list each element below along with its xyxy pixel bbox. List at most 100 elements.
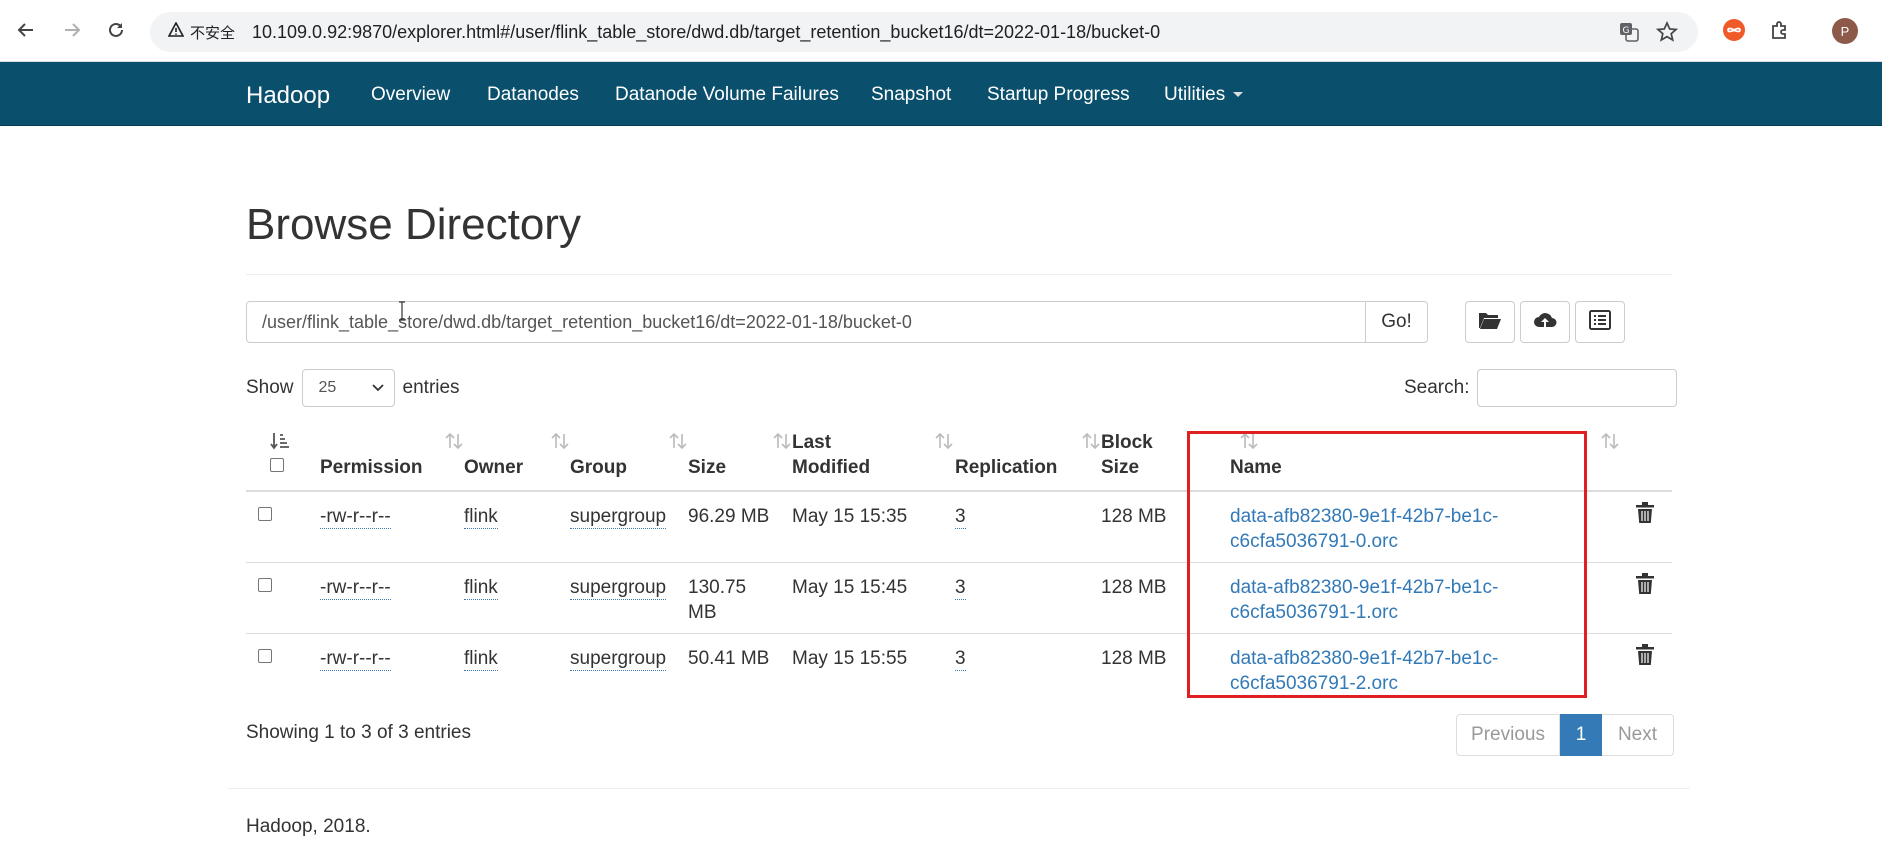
entries-label: entries [402, 377, 460, 398]
file-name-line2: c6cfa5036791-0.orc [1230, 531, 1398, 552]
table-info: Showing 1 to 3 of 3 entries [246, 722, 471, 743]
sort-icon[interactable] [934, 432, 954, 457]
group-value[interactable]: supergroup [570, 506, 667, 529]
page-1-button[interactable]: 1 [1560, 714, 1602, 756]
nav-datanodes[interactable]: Datanodes [487, 84, 579, 106]
page-title: Browse Directory [246, 200, 581, 249]
header-last-modified[interactable]: Last Modified [792, 430, 954, 490]
footer-copyright: Hadoop, 2018. [246, 816, 371, 837]
size-value-line1: 50.41 MB [688, 648, 770, 669]
header-name[interactable]: Name [1230, 430, 1620, 490]
next-page-button[interactable]: Next [1602, 714, 1674, 756]
nav-utilities-dropdown[interactable]: Utilities [1164, 84, 1244, 106]
cut-paste-button[interactable] [1575, 301, 1625, 343]
permission-value[interactable]: -rw-r--r-- [320, 506, 391, 529]
sort-icon[interactable] [1600, 432, 1620, 457]
upload-files-button[interactable] [1520, 301, 1570, 343]
header-owner[interactable]: Owner [464, 430, 570, 490]
header-last-modified-line1: Last [792, 432, 832, 453]
file-name-link[interactable]: data-afb82380-9e1f-42b7-be1c-c6cfa503679… [1230, 646, 1498, 696]
url-text[interactable]: 10.109.0.92:9870/explorer.html#/user/fli… [252, 22, 1160, 43]
sort-amount-asc-icon[interactable] [270, 432, 290, 457]
nav-snapshot[interactable]: Snapshot [871, 84, 951, 106]
navbar-brand[interactable]: Hadoop [246, 82, 330, 110]
table-header: Permission Owner Group Size Last Modified… [246, 430, 1672, 492]
header-replication-label: Replication [955, 457, 1058, 478]
select-all-column [258, 430, 298, 490]
header-replication[interactable]: Replication [955, 430, 1101, 490]
go-button[interactable]: Go! [1365, 302, 1427, 342]
group-value[interactable]: supergroup [570, 648, 667, 671]
delete-trash-icon[interactable] [1636, 644, 1656, 666]
header-permission-label: Permission [320, 457, 423, 478]
header-permission[interactable]: Permission [320, 430, 464, 490]
file-name-link[interactable]: data-afb82380-9e1f-42b7-be1c-c6cfa503679… [1230, 575, 1498, 625]
bookmark-star-icon[interactable] [1654, 20, 1680, 44]
header-last-modified-label: Last Modified [792, 430, 870, 480]
permission-value[interactable]: -rw-r--r-- [320, 648, 391, 671]
extensions-puzzle-icon[interactable] [1766, 16, 1794, 44]
select-all-checkbox[interactable] [270, 458, 284, 472]
nav-startup-progress[interactable]: Startup Progress [987, 84, 1130, 106]
translate-icon[interactable]: G [1616, 20, 1642, 44]
address-bar[interactable]: 不安全 10.109.0.92:9870/explorer.html#/user… [150, 12, 1698, 52]
extension-infinity-icon[interactable] [1720, 16, 1748, 44]
size-value-line1: 96.29 MB [688, 506, 770, 527]
replication-value[interactable]: 3 [955, 648, 966, 671]
warning-icon [167, 20, 185, 43]
replication-value[interactable]: 3 [955, 506, 966, 529]
create-directory-button[interactable] [1465, 301, 1515, 343]
owner-value[interactable]: flink [464, 577, 498, 600]
group-value[interactable]: supergroup [570, 577, 667, 600]
sort-icon[interactable] [1081, 432, 1101, 457]
directory-path-input[interactable] [247, 302, 1365, 342]
nav-utilities-label: Utilities [1164, 84, 1226, 105]
previous-page-button[interactable]: Previous [1456, 714, 1560, 756]
permission-value[interactable]: -rw-r--r-- [320, 577, 391, 600]
header-last-modified-line2: Modified [792, 457, 871, 478]
table-row: -rw-r--r-- flink supergroup 50.41 MB May… [246, 634, 1672, 705]
text-cursor-icon [398, 301, 405, 321]
header-block-size[interactable]: Block Size [1101, 430, 1258, 490]
owner-value[interactable]: flink [464, 648, 498, 671]
table-search: Search: [1404, 369, 1678, 407]
row-checkbox[interactable] [258, 578, 272, 592]
reload-icon[interactable] [100, 14, 132, 46]
owner-value[interactable]: flink [464, 506, 498, 529]
header-size[interactable]: Size [688, 430, 792, 490]
profile-avatar[interactable]: P [1832, 18, 1858, 44]
file-name-line2: c6cfa5036791-2.orc [1230, 673, 1398, 694]
security-indicator[interactable]: 不安全 [160, 18, 245, 46]
nav-datanode-volume-failures[interactable]: Datanode Volume Failures [615, 84, 839, 106]
nav-overview[interactable]: Overview [371, 84, 450, 106]
back-arrow-icon[interactable] [10, 14, 42, 46]
file-name-line1: data-afb82380-9e1f-42b7-be1c- [1230, 577, 1499, 598]
sort-icon[interactable] [772, 432, 792, 457]
file-name-link[interactable]: data-afb82380-9e1f-42b7-be1c-c6cfa503679… [1230, 504, 1498, 554]
row-checkbox[interactable] [258, 507, 272, 521]
chevron-down-icon [371, 379, 384, 397]
page-length-control: Show 25 entries [246, 369, 460, 407]
block-size-value: 128 MB [1101, 648, 1167, 669]
entries-select[interactable]: 25 [301, 369, 395, 407]
delete-trash-icon[interactable] [1636, 502, 1656, 524]
directory-path-form: Go! [246, 301, 1428, 343]
browser-toolbar: 不安全 10.109.0.92:9870/explorer.html#/user… [0, 0, 1882, 62]
header-owner-label: Owner [464, 457, 524, 478]
modified-value: May 15 15:55 [792, 648, 908, 669]
row-checkbox[interactable] [258, 649, 272, 663]
replication-value[interactable]: 3 [955, 577, 966, 600]
sort-icon[interactable] [668, 432, 688, 457]
title-divider [246, 274, 1672, 275]
header-block-size-line2: Size [1101, 457, 1140, 478]
sort-icon[interactable] [444, 432, 464, 457]
sort-icon[interactable] [550, 432, 570, 457]
file-name-line2: c6cfa5036791-1.orc [1230, 602, 1398, 623]
forward-arrow-icon[interactable] [56, 14, 88, 46]
entries-select-value: 25 [318, 379, 337, 396]
size-value: 130.75 MB [688, 575, 746, 625]
size-value: 50.41 MB [688, 646, 769, 671]
delete-trash-icon[interactable] [1636, 573, 1656, 595]
header-group[interactable]: Group [570, 430, 688, 490]
search-input[interactable] [1477, 369, 1678, 407]
